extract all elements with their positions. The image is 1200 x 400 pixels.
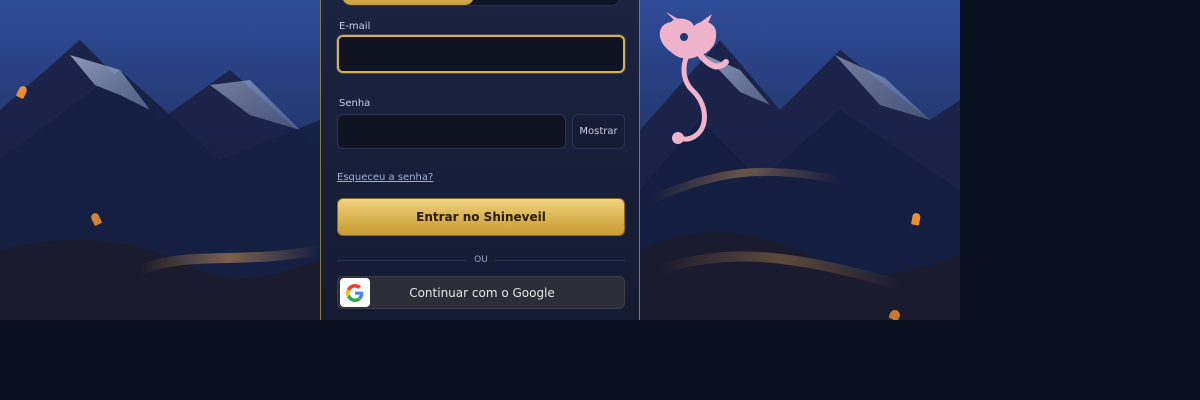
page-side-background — [960, 0, 1200, 400]
mew-creature-icon — [659, 12, 729, 144]
google-sign-in-label: Continuar com o Google — [409, 285, 555, 300]
forgot-password-link[interactable]: Esqueceu a senha? — [337, 172, 433, 183]
or-divider: OU — [337, 255, 625, 267]
show-password-button[interactable]: Mostrar — [572, 114, 625, 149]
auth-mode-toggle[interactable] — [341, 0, 621, 6]
login-panel: E-mail Senha Mostrar Esqueceu a senha? E… — [320, 0, 640, 320]
google-icon — [340, 278, 370, 307]
email-label: E-mail — [339, 21, 371, 32]
email-field[interactable] — [337, 35, 625, 73]
auth-mode-inactive-segment[interactable] — [474, 0, 620, 5]
google-sign-in-button[interactable]: Continuar com o Google — [337, 276, 625, 309]
divider-line-right — [495, 260, 625, 261]
auth-mode-active-segment[interactable] — [342, 0, 474, 5]
password-field[interactable] — [337, 114, 566, 149]
sign-in-button[interactable]: Entrar no Shineveil — [337, 198, 625, 236]
page-bottom-background — [0, 320, 960, 400]
password-label: Senha — [339, 98, 371, 109]
google-g-icon — [346, 283, 364, 302]
